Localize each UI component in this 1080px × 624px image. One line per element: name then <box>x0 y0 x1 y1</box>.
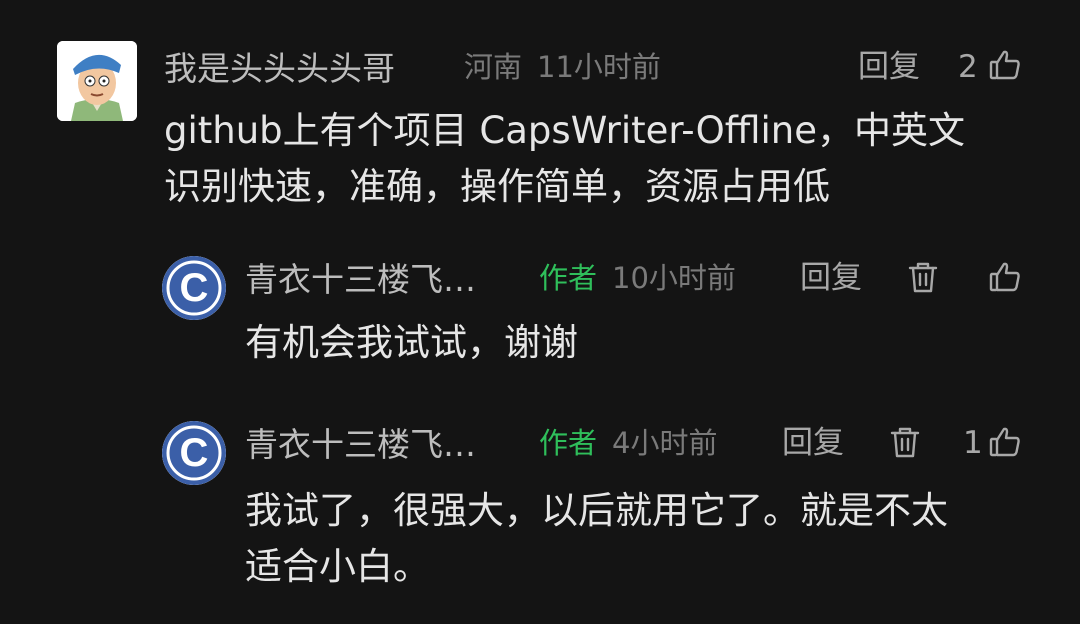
like-count: 2 <box>958 49 978 85</box>
reply-button[interactable]: 回复 <box>858 52 920 83</box>
reply-username[interactable]: 青衣十三楼飞… <box>245 428 476 461</box>
comment-content-line-2: 识别快速，准确，操作简单，资源占用低 <box>164 165 830 208</box>
thumbs-up-icon[interactable] <box>988 260 1022 294</box>
reply-username[interactable]: 青衣十三楼飞… <box>245 263 476 296</box>
author-badge: 作者 <box>539 426 598 460</box>
reply-content-line-1: 我试了，很强大，以后就用它了。就是不太 <box>245 489 948 532</box>
author-badge: 作者 <box>539 261 598 295</box>
like-count: 1 <box>963 425 983 461</box>
thumbs-up-icon[interactable] <box>988 425 1022 459</box>
comment-location: 河南 <box>464 50 523 84</box>
comment-content-line-1: github上有个项目 CapsWriter-Offline，中英文 <box>164 109 965 152</box>
reply-avatar[interactable]: C <box>162 421 226 485</box>
reply-content-line-2: 适合小白。 <box>245 545 430 588</box>
trash-icon[interactable] <box>888 425 922 459</box>
svg-text:C: C <box>180 431 209 475</box>
svg-text:C: C <box>180 266 209 310</box>
reply-button[interactable]: 回复 <box>782 428 844 459</box>
reply-button[interactable]: 回复 <box>800 263 862 294</box>
thumbs-up-icon[interactable] <box>988 48 1022 82</box>
reply-time: 10小时前 <box>612 261 736 295</box>
reply-time: 4小时前 <box>612 426 718 460</box>
reply-avatar[interactable]: C <box>162 256 226 320</box>
reply-content: 有机会我试试，谢谢 <box>245 321 578 364</box>
user-avatar[interactable] <box>57 41 137 121</box>
trash-icon[interactable] <box>906 260 940 294</box>
comment-time: 11小时前 <box>537 50 661 84</box>
comment-username[interactable]: 我是头头头头哥 <box>164 52 395 85</box>
